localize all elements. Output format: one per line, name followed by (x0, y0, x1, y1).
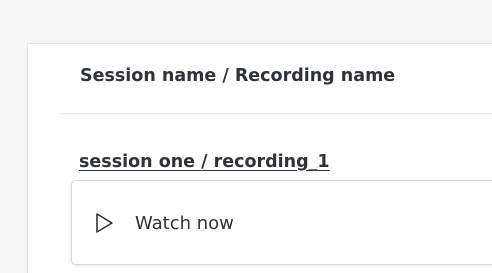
recording-actions-card: Watch now (71, 180, 492, 265)
header-divider (62, 113, 492, 114)
watch-now-label: Watch now (135, 212, 234, 234)
play-outline-icon (92, 211, 116, 235)
recording-title-link[interactable]: session one / recording_1 (79, 152, 330, 172)
watch-now-button[interactable]: Watch now (92, 201, 234, 245)
recordings-panel: Session name / Recording name session on… (27, 43, 492, 273)
column-header-session-recording-name: Session name / Recording name (80, 66, 396, 86)
